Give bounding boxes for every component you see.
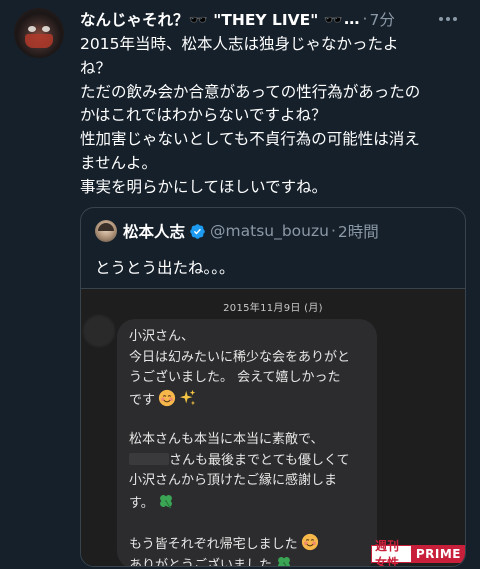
message-line bbox=[129, 409, 369, 430]
message-line: 松本さんも本当に本当に素敵で、 bbox=[129, 431, 324, 447]
watermark-left: 週刊女性 bbox=[371, 539, 412, 566]
message-line: 小沢さん、 bbox=[129, 329, 195, 344]
message-line: す。 bbox=[129, 492, 369, 513]
publisher-watermark: 週刊女性 PRIME bbox=[371, 539, 465, 566]
avatar-detail bbox=[25, 34, 53, 48]
blurred-avatar bbox=[83, 315, 115, 347]
more-options-icon[interactable] bbox=[438, 12, 458, 26]
sparkles-icon bbox=[179, 389, 196, 405]
tweet-text-line: 2015年当時、松本人志は独身じゃなかったよ bbox=[80, 35, 399, 53]
chat-date: 2015年11月9日 (月) bbox=[223, 303, 323, 314]
four-leaf-clover-icon bbox=[159, 494, 172, 509]
message-bubble: 小沢さん、 今日は幻みたいに稀少な会をありがと うございました。 会えて嬉しかっ… bbox=[117, 319, 377, 566]
verified-badge-icon bbox=[190, 223, 205, 239]
smiling-face-icon bbox=[301, 533, 318, 551]
tweet-text-line: 事実を明らかにしてほしいですね。 bbox=[80, 177, 328, 196]
message-line: です bbox=[129, 389, 369, 410]
quoted-avatar[interactable] bbox=[95, 220, 117, 242]
tweet-text-line: ただの飲み会か合意があっての性行為があったの bbox=[80, 82, 421, 101]
message-line: 小沢さんから頂けたご縁に感謝しま bbox=[129, 473, 338, 489]
tweet[interactable]: なんじゃそれ？🕶️ "THEY LIVE" 🕶️ … · 7分 2015年当時、… bbox=[0, 0, 480, 569]
tweet-text: 2015年当時、松本人志は独身じゃなかったよ ね？ ただの飲み会か合意があっての… bbox=[80, 33, 468, 200]
message-line: さんも最後までとても優しくて bbox=[129, 451, 369, 472]
message-text: 小沢さん、 今日は幻みたいに稀少な会をありがと うございました。 会えて嬉しかっ… bbox=[129, 327, 369, 566]
tweet-text-line: ませんよ。 bbox=[80, 153, 158, 172]
avatar-eye bbox=[28, 26, 36, 32]
display-name[interactable]: なんじゃそれ？🕶️ "THEY LIVE" 🕶️ bbox=[80, 8, 343, 30]
quoted-tweet-header: 松本人志 @matsu_bouzu · 2時間 bbox=[95, 219, 379, 243]
quoted-tweet[interactable]: 松本人志 @matsu_bouzu · 2時間 とうとう出たね。。。 2015年… bbox=[80, 207, 466, 567]
message-line: もう皆それぞれ帰宅しました bbox=[129, 533, 369, 554]
tweet-header: なんじゃそれ？🕶️ "THEY LIVE" 🕶️ … · 7分 bbox=[80, 8, 470, 30]
quoted-handle[interactable]: @matsu_bouzu bbox=[210, 222, 329, 240]
message-line: うございました。 会えて嬉しかった bbox=[129, 370, 341, 386]
watermark-right: PRIME bbox=[411, 545, 465, 563]
name-ellipsis: … bbox=[344, 10, 360, 28]
separator: · bbox=[330, 222, 336, 240]
smiling-face-icon bbox=[158, 389, 176, 406]
quoted-display-name[interactable]: 松本人志 bbox=[123, 220, 185, 242]
quoted-tweet-text: とうとう出たね。。。 bbox=[95, 259, 235, 277]
tweet-text-line: ね？ bbox=[80, 58, 112, 77]
tweet-text-line: 性加害じゃないとしても不貞行為の可能性は消え bbox=[80, 130, 420, 149]
quoted-media-image[interactable]: 2015年11月9日 (月) 小沢さん、 今日は幻みたいに稀少な会をありがと う… bbox=[81, 288, 465, 566]
avatar[interactable] bbox=[14, 8, 64, 58]
timestamp[interactable]: 7分 bbox=[369, 8, 394, 30]
four-leaf-clover-icon bbox=[278, 556, 290, 566]
message-line: ありがとうございました bbox=[129, 554, 369, 566]
separator: · bbox=[362, 10, 368, 28]
message-line bbox=[129, 512, 369, 533]
avatar-eye bbox=[42, 26, 50, 32]
quoted-timestamp[interactable]: 2時間 bbox=[338, 220, 379, 242]
tweet-text-line: かはこれではわからないですよね？ bbox=[80, 106, 327, 125]
censored-name bbox=[129, 452, 169, 465]
message-line: 今日は幻みたいに稀少な会をありがと bbox=[129, 349, 351, 365]
